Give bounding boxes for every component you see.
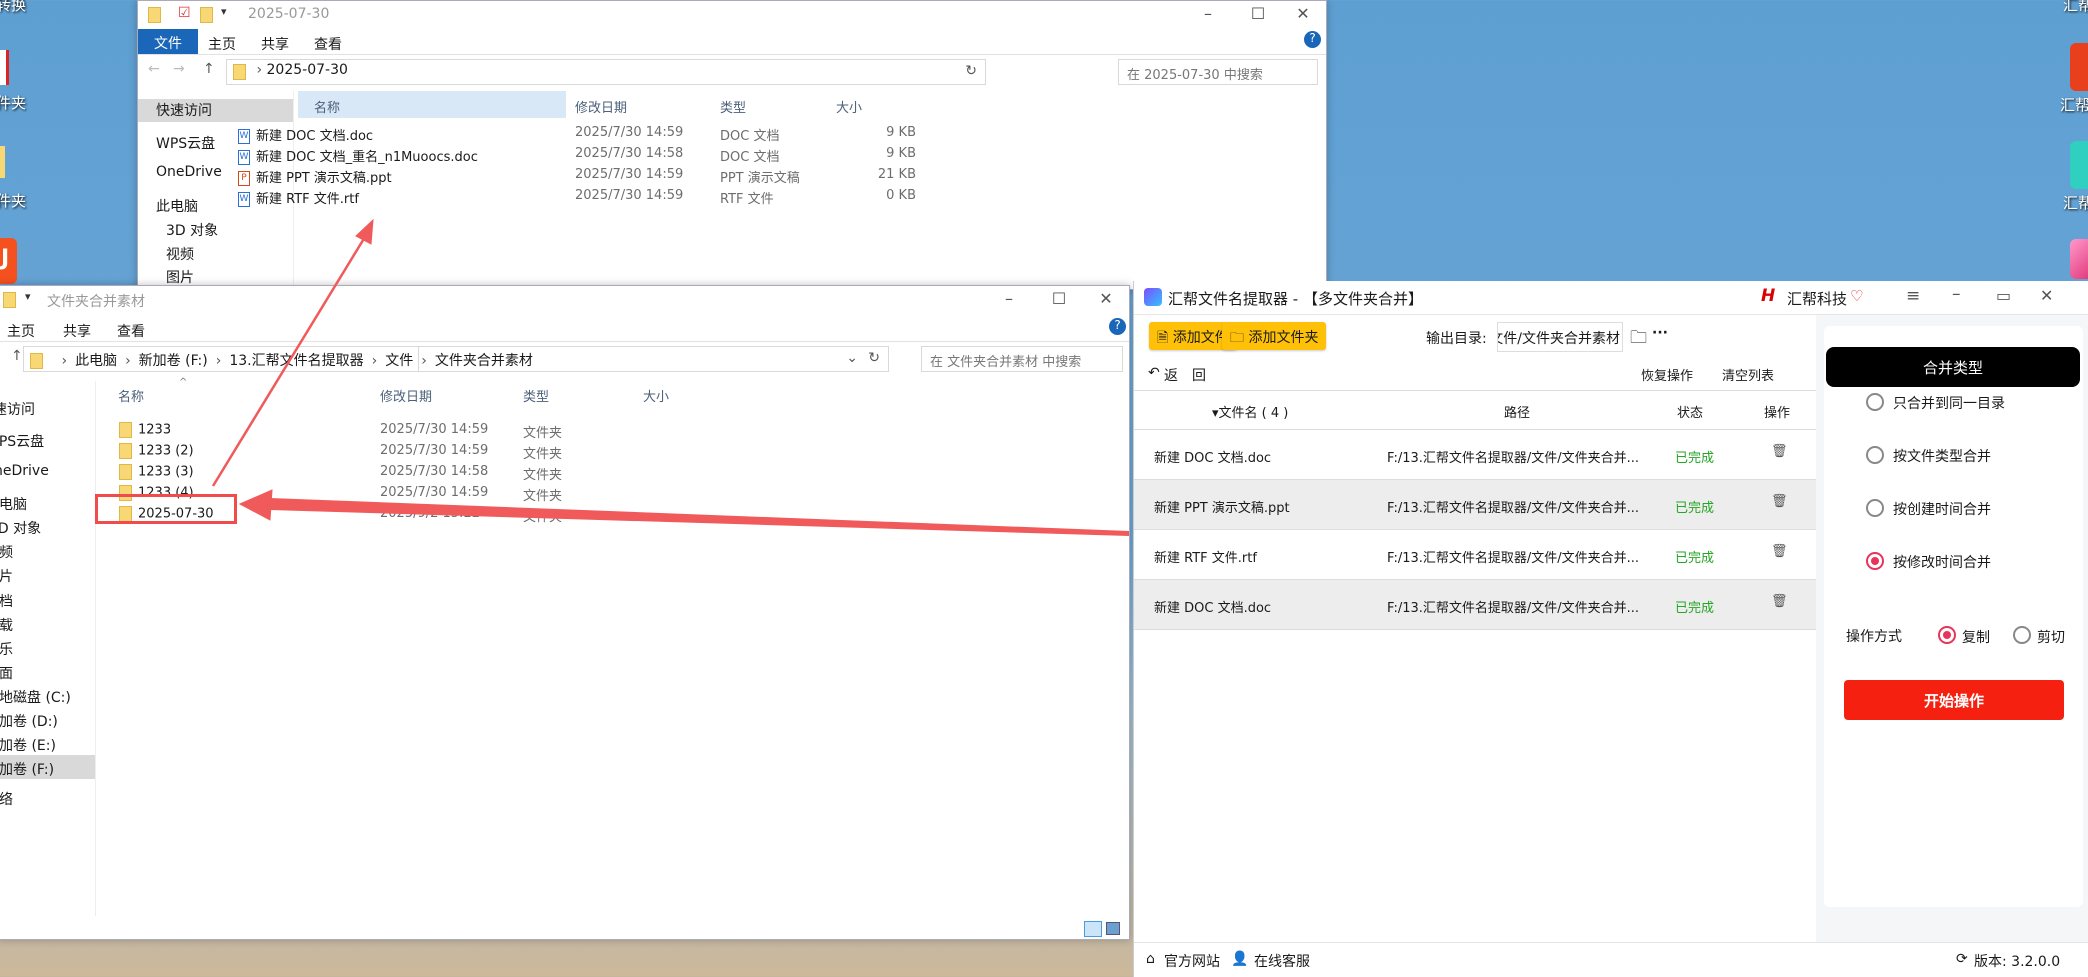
arrow-left-line (270, 498, 1129, 536)
arrow-up-head (355, 218, 374, 245)
annotation-arrows (211, 218, 1129, 536)
arrow-up-line (211, 231, 370, 487)
arrow-left-head (238, 489, 273, 521)
